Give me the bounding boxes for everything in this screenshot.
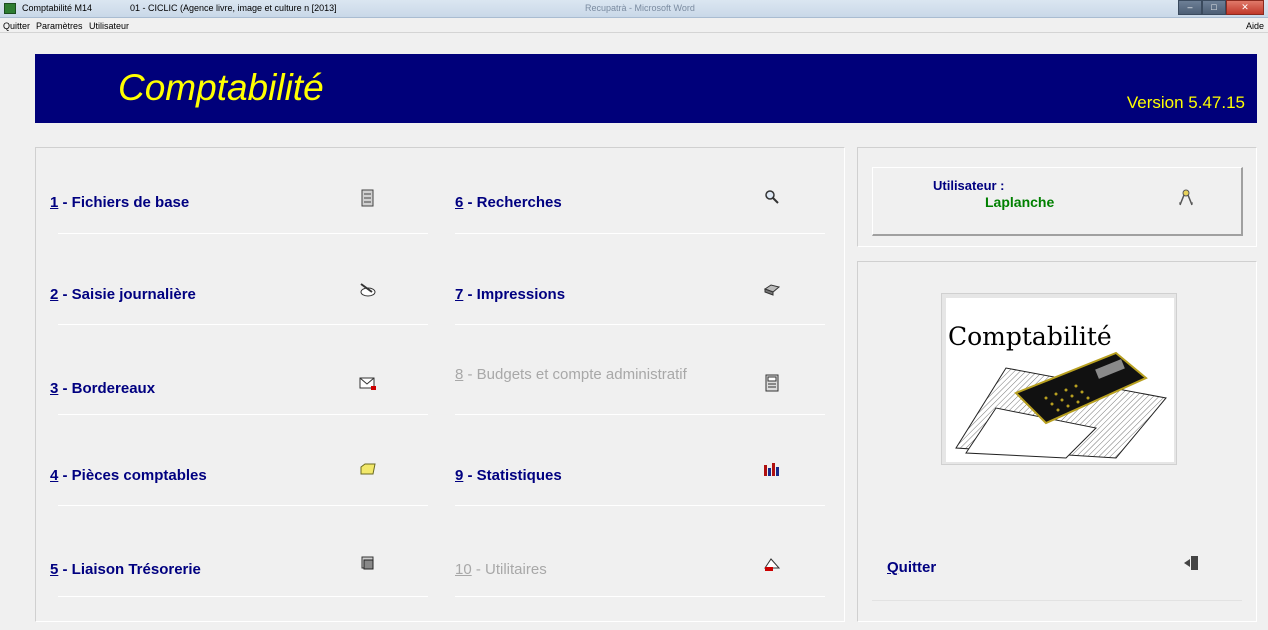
folder-icon bbox=[358, 461, 378, 481]
pencil-writing-icon bbox=[358, 282, 378, 302]
close-button[interactable]: ✕ bbox=[1226, 0, 1264, 15]
app-icon bbox=[4, 3, 16, 14]
menu-label[interactable]: 2 - Saisie journalière bbox=[50, 286, 196, 303]
menu-entry-budgets: 8 - Budgets et compte administratif bbox=[436, 329, 836, 415]
separator bbox=[455, 414, 825, 415]
separator bbox=[872, 600, 1242, 601]
menu-label[interactable]: 6 - Recherches bbox=[455, 194, 562, 211]
menu-quitter[interactable]: Quitter bbox=[3, 21, 30, 31]
toolbox-icon bbox=[762, 556, 782, 576]
menu-entry-fichiers-de-base[interactable]: 1 - Fichiers de base bbox=[36, 148, 436, 234]
separator bbox=[58, 596, 428, 597]
quit-button[interactable]: Quitter bbox=[887, 559, 936, 576]
header-banner: Comptabilité Version 5.47.15 bbox=[35, 54, 1257, 123]
menu-entry-saisie-journaliere[interactable]: 2 - Saisie journalière bbox=[36, 239, 436, 325]
separator bbox=[455, 505, 825, 506]
menu-label[interactable]: 9 - Statistiques bbox=[455, 467, 562, 484]
menu-entry-liaison-tresorerie[interactable]: 5 - Liaison Trésorerie bbox=[36, 511, 436, 597]
document-title: 01 - CICLIC (Agence livre, image et cult… bbox=[130, 3, 337, 13]
window-controls: – □ ✕ bbox=[1178, 0, 1264, 16]
menu-bar: Quitter Paramètres Utilisateur Aide bbox=[0, 19, 1268, 33]
menu-entry-statistiques[interactable]: 9 - Statistiques bbox=[436, 420, 836, 506]
menu-label[interactable]: 7 - Impressions bbox=[455, 286, 565, 303]
logo-image: Comptabilité bbox=[941, 293, 1177, 465]
minimize-button[interactable]: – bbox=[1178, 0, 1202, 15]
menu-entry-recherches[interactable]: 6 - Recherches bbox=[436, 148, 836, 234]
envelope-icon bbox=[358, 375, 378, 395]
menu-label: 8 - Budgets et compte administratif bbox=[455, 366, 687, 383]
background-window-title: Recupatrà - Microsoft Word bbox=[585, 3, 695, 13]
menu-entry-utilitaires: 10 - Utilitaires bbox=[436, 511, 836, 597]
user-button[interactable]: Utilisateur : Laplanche bbox=[872, 167, 1243, 236]
file-cabinet-icon bbox=[358, 189, 378, 209]
menu-entry-pieces-comptables[interactable]: 4 - Pièces comptables bbox=[36, 420, 436, 506]
user-label: Utilisateur : bbox=[933, 178, 1005, 193]
separator bbox=[58, 414, 428, 415]
menu-entry-impressions[interactable]: 7 - Impressions bbox=[436, 239, 836, 325]
logo-text: Comptabilité bbox=[948, 322, 1112, 351]
separator bbox=[455, 324, 825, 325]
menu-parametres[interactable]: Paramètres bbox=[36, 21, 83, 31]
separator bbox=[58, 233, 428, 234]
printer-icon bbox=[762, 281, 782, 301]
separator bbox=[58, 505, 428, 506]
menu-label[interactable]: 5 - Liaison Trésorerie bbox=[50, 561, 201, 578]
magnifier-icon bbox=[762, 189, 782, 209]
separator bbox=[58, 324, 428, 325]
main-menu-panel: 1 - Fichiers de base 2 - Saisie journali… bbox=[35, 147, 845, 622]
separator bbox=[455, 233, 825, 234]
page-title: Comptabilité bbox=[118, 67, 324, 108]
user-name: Laplanche bbox=[985, 194, 1055, 210]
menu-label[interactable]: 4 - Pièces comptables bbox=[50, 467, 207, 484]
exit-door-icon[interactable] bbox=[1183, 554, 1203, 574]
ledger-icon bbox=[762, 374, 782, 394]
version-label: Version 5.47.15 bbox=[1126, 93, 1245, 112]
menu-label[interactable]: 3 - Bordereaux bbox=[50, 380, 155, 397]
bar-chart-icon bbox=[762, 461, 782, 481]
printer-stack-icon bbox=[358, 555, 378, 575]
menu-aide[interactable]: Aide bbox=[1246, 21, 1264, 31]
app-title: Comptabilité M14 bbox=[22, 3, 93, 13]
menu-label[interactable]: 1 - Fichiers de base bbox=[50, 194, 189, 211]
user-panel: Utilisateur : Laplanche bbox=[857, 147, 1257, 247]
keys-icon bbox=[1176, 188, 1196, 213]
right-panel: Comptabilité Quitter bbox=[857, 261, 1257, 622]
menu-label: 10 - Utilitaires bbox=[455, 561, 547, 578]
menu-entry-bordereaux[interactable]: 3 - Bordereaux bbox=[36, 329, 436, 415]
title-bar: Comptabilité M14 01 - CICLIC (Agence liv… bbox=[0, 0, 1268, 18]
maximize-button[interactable]: □ bbox=[1202, 0, 1226, 15]
separator bbox=[455, 596, 825, 597]
menu-utilisateur[interactable]: Utilisateur bbox=[89, 21, 129, 31]
